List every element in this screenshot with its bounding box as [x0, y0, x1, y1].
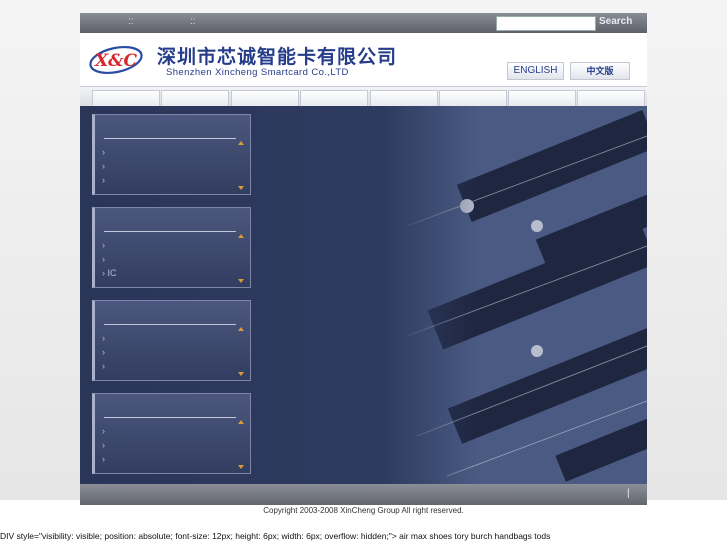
- scroll-down-arrow[interactable]: [238, 186, 244, 190]
- leaked-source-text: DIV style="visibility: visible; position…: [0, 531, 551, 541]
- top-separator: ::: [190, 16, 196, 27]
- panel-rule: [104, 138, 236, 139]
- side-panel-3: › › ›: [92, 300, 251, 381]
- scroll-down-arrow[interactable]: [238, 372, 244, 376]
- panel-list-item[interactable]: ›: [102, 361, 105, 375]
- panel-list-item[interactable]: ›: [102, 347, 105, 361]
- panel-list-item[interactable]: ›: [102, 161, 105, 175]
- side-panel-2: › › › IC: [92, 207, 251, 288]
- company-logo[interactable]: X&C: [88, 44, 144, 76]
- search-button[interactable]: Search: [599, 16, 632, 27]
- panel-list-item[interactable]: ›: [102, 240, 117, 254]
- company-name-cn: 深圳市芯诚智能卡有限公司: [157, 46, 398, 68]
- circuit-board-image: [387, 106, 647, 484]
- main-content: › › › › › › IC › › › › › ›: [80, 106, 647, 484]
- scroll-up-arrow[interactable]: [238, 141, 244, 145]
- scroll-down-arrow[interactable]: [238, 465, 244, 469]
- main-nav: [80, 86, 647, 108]
- side-panel-1: › › ›: [92, 114, 251, 195]
- scroll-down-arrow[interactable]: [238, 279, 244, 283]
- panel-rule: [104, 417, 236, 418]
- panel-rule: [104, 231, 236, 232]
- panel-list-item[interactable]: › IC: [102, 268, 117, 282]
- top-separator: ::: [128, 16, 134, 27]
- side-panel-4: › › ›: [92, 393, 251, 474]
- panel-list-item[interactable]: ›: [102, 426, 105, 440]
- company-name-en: Shenzhen Xincheng Smartcard Co.,LTD: [166, 67, 349, 78]
- logo-text: X&C: [94, 51, 138, 71]
- panel-list-item[interactable]: ›: [102, 147, 105, 161]
- panel-rule: [104, 324, 236, 325]
- search-input[interactable]: [496, 16, 596, 31]
- footer-bar: |: [80, 484, 647, 505]
- top-bar: :: :: Search: [80, 13, 647, 33]
- scroll-up-arrow[interactable]: [238, 420, 244, 424]
- panel-list-item[interactable]: ›: [102, 254, 117, 268]
- scroll-up-arrow[interactable]: [238, 327, 244, 331]
- copyright-text: Copyright 2003-2008 XinCheng Group All r…: [263, 506, 464, 515]
- panel-list-item[interactable]: ›: [102, 454, 105, 468]
- site-container: :: :: Search X&C 深圳市芯诚智能卡有限公司 Shenzhen X…: [80, 13, 647, 505]
- footer-mark: |: [627, 488, 630, 499]
- english-button[interactable]: ENGLISH: [507, 62, 564, 80]
- panel-list-item[interactable]: ›: [102, 440, 105, 454]
- chinese-button[interactable]: 中文版: [570, 62, 630, 80]
- scroll-up-arrow[interactable]: [238, 234, 244, 238]
- panel-list-item[interactable]: ›: [102, 175, 105, 189]
- panel-list-item[interactable]: ›: [102, 333, 105, 347]
